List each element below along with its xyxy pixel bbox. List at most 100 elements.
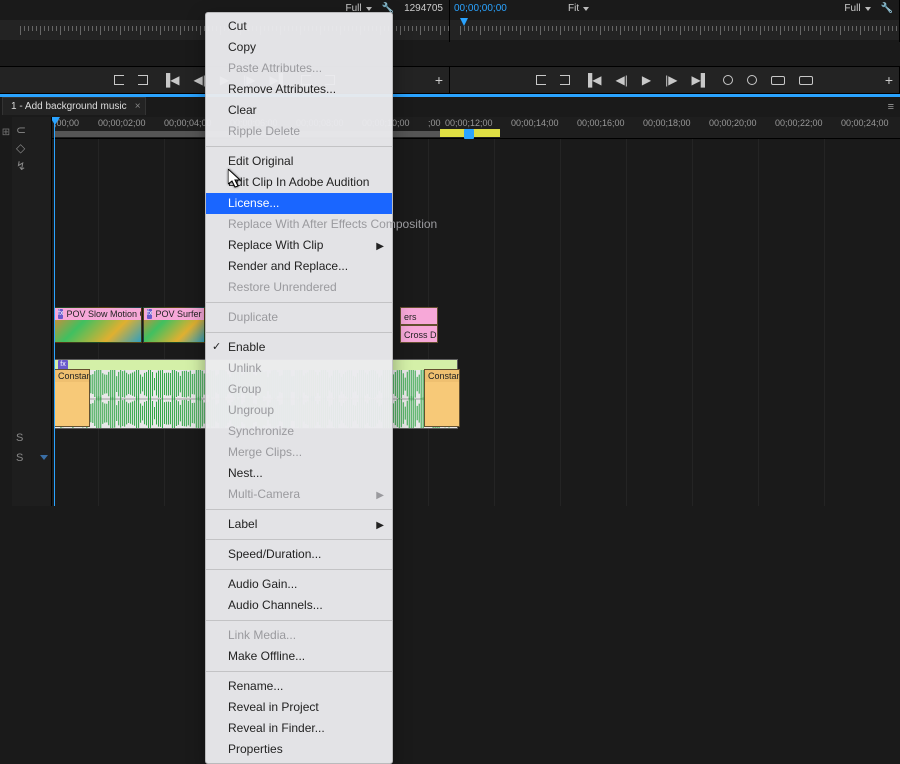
- solo-button[interactable]: S: [16, 432, 23, 444]
- menu-item-paste-attributes: Paste Attributes...: [206, 58, 392, 79]
- menu-item-reveal-in-project[interactable]: Reveal in Project: [206, 697, 392, 718]
- transition-clip[interactable]: ers: [400, 307, 438, 325]
- menu-item-speed-duration[interactable]: Speed/Duration...: [206, 544, 392, 565]
- menu-item-label: Audio Gain...: [228, 577, 297, 591]
- program-settings-icon[interactable]: 🔧: [881, 3, 893, 14]
- menu-item-label: Edit Clip In Adobe Audition: [228, 175, 369, 189]
- mark-in-icon[interactable]: [536, 75, 546, 85]
- mark-in-icon[interactable]: [114, 75, 124, 85]
- menu-item-properties[interactable]: Properties: [206, 739, 392, 760]
- menu-item-duplicate: Duplicate: [206, 307, 392, 328]
- menu-item-license[interactable]: License...: [206, 193, 392, 214]
- transition-clip[interactable]: Cross Disso: [400, 325, 438, 343]
- work-area-handle[interactable]: [464, 129, 474, 139]
- fx-badge-icon: fx: [58, 309, 63, 319]
- mark-out-icon[interactable]: [560, 75, 570, 85]
- settings-icon[interactable]: ↯: [16, 159, 26, 173]
- add-button-icon[interactable]: +: [435, 72, 443, 88]
- check-icon: ✓: [212, 340, 221, 355]
- clip-label: POV Slow Motion GOPR: [66, 308, 141, 320]
- menu-item-synchronize: Synchronize: [206, 421, 392, 442]
- menu-item-clear[interactable]: Clear: [206, 100, 392, 121]
- timeline-area[interactable]: ;00;0000;00;02;0000;00;04;0000;00;06;000…: [52, 117, 900, 506]
- program-resolution-dropdown[interactable]: Full: [844, 3, 870, 14]
- menu-separator: [206, 671, 392, 672]
- linked-selection-icon[interactable]: ⊂: [16, 123, 26, 137]
- menu-item-rename[interactable]: Rename...: [206, 676, 392, 697]
- program-timecode[interactable]: 00;00;00;00: [454, 3, 507, 14]
- menu-item-label: Group: [228, 382, 261, 396]
- menu-item-cut[interactable]: Cut: [206, 16, 392, 37]
- menu-separator: [206, 302, 392, 303]
- marker-icon[interactable]: ◇: [16, 141, 26, 155]
- menu-item-edit-clip-in-adobe-audition[interactable]: Edit Clip In Adobe Audition: [206, 172, 392, 193]
- menu-item-label[interactable]: Label▶: [206, 514, 392, 535]
- timecode-label: ;00: [428, 118, 441, 128]
- menu-item-replace-with-clip[interactable]: Replace With Clip▶: [206, 235, 392, 256]
- menu-item-enable[interactable]: ✓ Enable: [206, 337, 392, 358]
- step-forward-icon[interactable]: |▶: [665, 73, 677, 87]
- program-monitor-header: 00;00;00;00 Fit Full 🔧: [450, 0, 900, 42]
- menu-separator: [206, 569, 392, 570]
- close-icon[interactable]: ×: [135, 101, 141, 112]
- menu-item-label: Rename...: [228, 679, 283, 693]
- tracks-canvas[interactable]: fxPOV Slow Motion GOPRfxPOV Surfer on B e…: [52, 139, 900, 506]
- menu-item-edit-original[interactable]: Edit Original: [206, 151, 392, 172]
- video-clip[interactable]: fxPOV Slow Motion GOPR: [54, 307, 142, 343]
- step-back-icon[interactable]: ◀|: [616, 73, 628, 87]
- timecode-label: 00;00;12;00: [445, 118, 493, 128]
- snap-icon[interactable]: ⊞: [2, 127, 10, 138]
- mark-out-icon[interactable]: [138, 75, 148, 85]
- menu-item-label: Multi-Camera: [228, 487, 300, 501]
- menu-item-reveal-in-finder[interactable]: Reveal in Finder...: [206, 718, 392, 739]
- camera-icon[interactable]: [799, 76, 813, 85]
- play-icon[interactable]: ▶: [642, 73, 651, 87]
- menu-item-ungroup: Ungroup: [206, 400, 392, 421]
- menu-item-label: Reveal in Finder...: [228, 721, 325, 735]
- menu-item-label: Enable: [228, 340, 265, 354]
- menu-item-remove-attributes[interactable]: Remove Attributes...: [206, 79, 392, 100]
- menu-item-audio-channels[interactable]: Audio Channels...: [206, 595, 392, 616]
- menu-item-nest[interactable]: Nest...: [206, 463, 392, 484]
- menu-item-label: Make Offline...: [228, 649, 305, 663]
- menu-item-label: Render and Replace...: [228, 259, 348, 273]
- add-button-icon[interactable]: +: [885, 72, 893, 88]
- extract-icon[interactable]: [747, 75, 757, 85]
- audio-transition[interactable]: Constant P: [54, 369, 90, 427]
- go-to-out-icon[interactable]: ▶▌: [691, 73, 709, 87]
- menu-separator: [206, 332, 392, 333]
- go-to-in-icon[interactable]: ▐◀: [162, 73, 180, 87]
- menu-item-make-offline[interactable]: Make Offline...: [206, 646, 392, 667]
- go-to-in-icon[interactable]: ▐◀: [584, 73, 602, 87]
- menu-separator: [206, 509, 392, 510]
- menu-item-restore-unrendered: Restore Unrendered: [206, 277, 392, 298]
- menu-item-label: Label: [228, 517, 257, 531]
- program-fit-dropdown[interactable]: Fit: [568, 3, 589, 14]
- track-target-marker[interactable]: [40, 455, 48, 461]
- menu-item-label: Merge Clips...: [228, 445, 302, 459]
- panel-menu-icon[interactable]: ≡: [888, 101, 894, 113]
- menu-item-render-and-replace[interactable]: Render and Replace...: [206, 256, 392, 277]
- program-playhead-marker[interactable]: [460, 18, 468, 26]
- timecode-label: 00;00;18;00: [643, 118, 691, 128]
- clip-label: Cross Disso: [404, 326, 437, 343]
- audio-transition[interactable]: Constant Po: [424, 369, 460, 427]
- lift-icon[interactable]: [723, 75, 733, 85]
- menu-item-label: Unlink: [228, 361, 261, 375]
- timecode-label: 00;00;14;00: [511, 118, 559, 128]
- menu-item-label: Synchronize: [228, 424, 294, 438]
- playhead[interactable]: [54, 117, 55, 506]
- menu-item-label: Reveal in Project: [228, 700, 319, 714]
- menu-item-audio-gain[interactable]: Audio Gain...: [206, 574, 392, 595]
- menu-item-copy[interactable]: Copy: [206, 37, 392, 58]
- program-resolution-label: Full: [844, 3, 860, 14]
- sequence-tab[interactable]: 1 - Add background music ×: [2, 97, 146, 115]
- export-frame-icon[interactable]: [771, 76, 785, 85]
- menu-item-label: Nest...: [228, 466, 263, 480]
- video-clip[interactable]: fxPOV Surfer on B: [143, 307, 205, 343]
- menu-item-group: Group: [206, 379, 392, 400]
- solo-button[interactable]: S: [16, 452, 23, 464]
- menu-item-label: Ripple Delete: [228, 124, 300, 138]
- timecode-label: 00;00;02;00: [98, 118, 146, 128]
- program-timebar[interactable]: [450, 20, 899, 40]
